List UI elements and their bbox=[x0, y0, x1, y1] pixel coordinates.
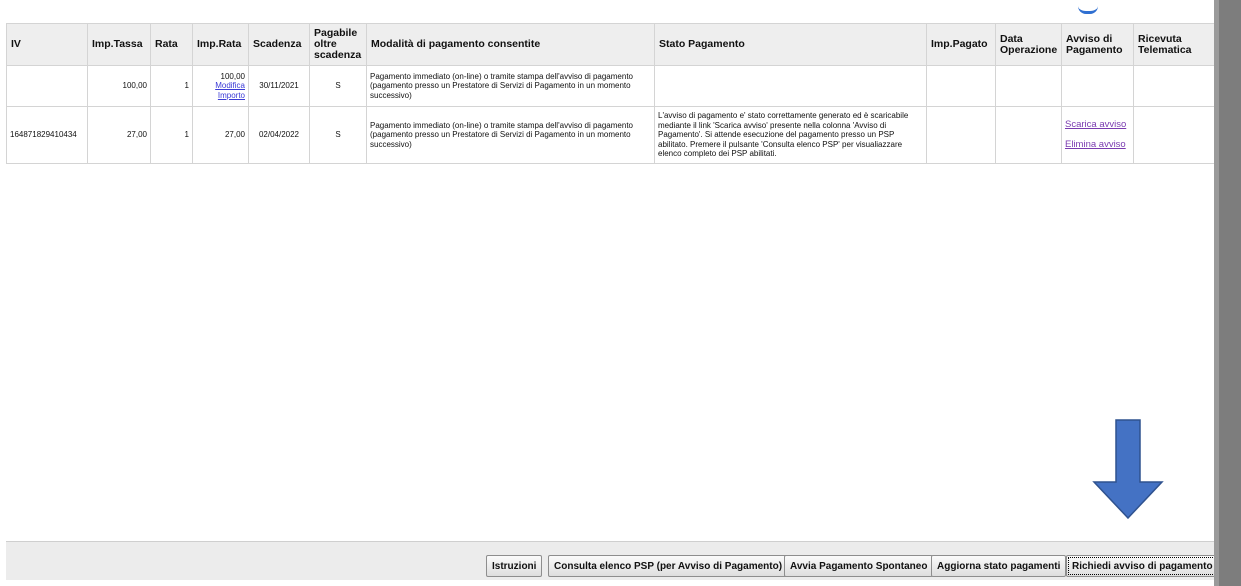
scrollbar-edge bbox=[1214, 0, 1219, 586]
table-header-row: IV Imp.Tassa Rata Imp.Rata Scadenza Paga… bbox=[6, 23, 1215, 66]
decorative-curve bbox=[1078, 6, 1098, 14]
cell-avviso bbox=[1061, 65, 1134, 107]
cell-iuv bbox=[6, 65, 88, 107]
vertical-scrollbar[interactable] bbox=[1214, 0, 1241, 586]
cell-avviso: Scarica avviso Elimina avviso bbox=[1061, 106, 1134, 164]
cell-pagabile: S bbox=[309, 65, 367, 107]
payments-table: IV Imp.Tassa Rata Imp.Rata Scadenza Paga… bbox=[6, 23, 1215, 164]
cell-scadenza: 02/04/2022 bbox=[248, 106, 310, 164]
header-imp-pagato: Imp.Pagato bbox=[926, 23, 996, 66]
imp-rata-value: 100,00 bbox=[220, 71, 245, 81]
cell-pagabile: S bbox=[309, 106, 367, 164]
payments-page: IV Imp.Tassa Rata Imp.Rata Scadenza Paga… bbox=[0, 0, 1219, 586]
header-pagabile: Pagabile oltre scadenza bbox=[309, 23, 367, 66]
header-modalita: Modalità di pagamento consentite bbox=[366, 23, 655, 66]
header-imp-tassa: Imp.Tassa bbox=[87, 23, 151, 66]
cell-rata: 1 bbox=[150, 106, 193, 164]
cell-modalita: Pagamento immediato (on-line) o tramite … bbox=[366, 65, 655, 107]
down-arrow-icon bbox=[1092, 419, 1164, 519]
cell-imp-tassa: 100,00 bbox=[87, 65, 151, 107]
header-stato: Stato Pagamento bbox=[654, 23, 927, 66]
table-row: 100,00 1 100,00 Modifica Importo 30/11/20… bbox=[6, 65, 1215, 107]
cell-imp-rata: 27,00 bbox=[192, 106, 249, 164]
aggiorna-stato-button[interactable]: Aggiorna stato pagamenti bbox=[931, 555, 1067, 577]
istruzioni-button[interactable]: Istruzioni bbox=[486, 555, 543, 577]
header-ricevuta: Ricevuta Telematica bbox=[1133, 23, 1215, 66]
cell-stato bbox=[654, 65, 927, 107]
richiedi-avviso-button[interactable]: Richiedi avviso di pagamento bbox=[1066, 555, 1219, 577]
cell-imp-pagato bbox=[926, 65, 996, 107]
action-bar: Istruzioni Consulta elenco PSP (per Avvi… bbox=[6, 541, 1219, 580]
modifica-importo-link[interactable]: Modifica Importo bbox=[215, 81, 245, 100]
cell-ricevuta bbox=[1133, 106, 1215, 164]
header-scadenza: Scadenza bbox=[248, 23, 310, 66]
avvia-pagamento-spontaneo-button[interactable]: Avvia Pagamento Spontaneo bbox=[784, 555, 934, 577]
header-avviso: Avviso di Pagamento bbox=[1061, 23, 1134, 66]
cell-modalita: Pagamento immediato (on-line) o tramite … bbox=[366, 106, 655, 164]
cell-rata: 1 bbox=[150, 65, 193, 107]
cell-imp-rata: 100,00 Modifica Importo bbox=[192, 65, 249, 107]
cell-imp-tassa: 27,00 bbox=[87, 106, 151, 164]
elimina-avviso-link[interactable]: Elimina avviso bbox=[1065, 135, 1130, 155]
header-imp-rata: Imp.Rata bbox=[192, 23, 249, 66]
cell-ricevuta bbox=[1133, 65, 1215, 107]
cell-imp-pagato bbox=[926, 106, 996, 164]
cell-data-operazione bbox=[995, 65, 1062, 107]
cell-scadenza: 30/11/2021 bbox=[248, 65, 310, 107]
consulta-psp-button[interactable]: Consulta elenco PSP (per Avviso di Pagam… bbox=[548, 555, 789, 577]
table-row: 164871829410434 27,00 1 27,00 02/04/2022… bbox=[6, 106, 1215, 164]
header-iuv: IV bbox=[6, 23, 88, 66]
cell-iuv: 164871829410434 bbox=[6, 106, 88, 164]
cell-stato: L'avviso di pagamento e' stato correttam… bbox=[654, 106, 927, 164]
header-rata: Rata bbox=[150, 23, 193, 66]
scarica-avviso-link[interactable]: Scarica avviso bbox=[1065, 115, 1130, 135]
cell-data-operazione bbox=[995, 106, 1062, 164]
header-data-operazione: Data Operazione bbox=[995, 23, 1062, 66]
